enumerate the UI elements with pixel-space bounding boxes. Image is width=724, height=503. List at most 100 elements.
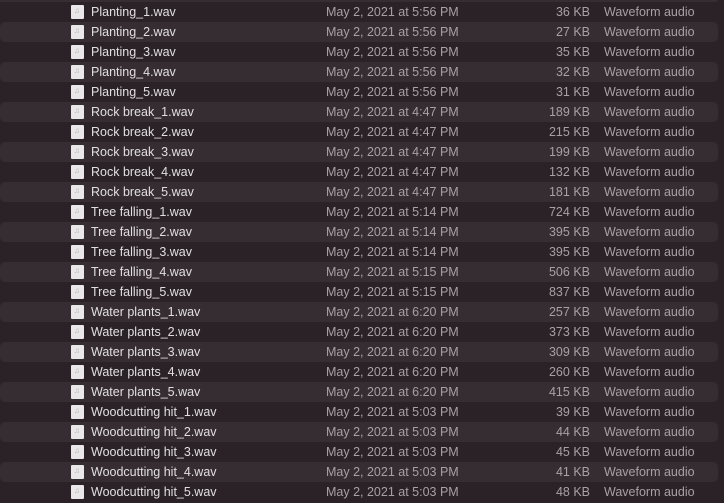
file-size: 506 KB	[548, 265, 590, 279]
file-size: 257 KB	[548, 305, 590, 319]
date-modified: May 2, 2021 at 5:56 PM	[326, 5, 459, 19]
date-modified: May 2, 2021 at 5:14 PM	[326, 205, 459, 219]
file-kind: Waveform audio	[604, 25, 695, 39]
file-row[interactable]: Tree falling_4.wav May 2, 2021 at 5:15 PM…	[0, 262, 718, 282]
file-row[interactable]: Tree falling_1.wav May 2, 2021 at 5:14 PM…	[0, 202, 718, 222]
audio-file-icon	[71, 325, 84, 339]
file-row[interactable]: Planting_4.wav May 2, 2021 at 5:56 PM 32 K…	[0, 62, 718, 82]
audio-file-icon	[71, 205, 84, 219]
file-name: Woodcutting hit_2.wav	[91, 425, 217, 439]
file-kind: Waveform audio	[604, 425, 695, 439]
audio-file-icon	[71, 85, 84, 99]
file-row[interactable]: Rock break_5.wav May 2, 2021 at 4:47 PM 18…	[0, 182, 718, 202]
date-modified: May 2, 2021 at 5:03 PM	[326, 425, 459, 439]
date-modified: May 2, 2021 at 6:20 PM	[326, 305, 459, 319]
file-row[interactable]: Woodcutting hit_3.wav May 2, 2021 at 5:03…	[0, 442, 718, 462]
file-row[interactable]: Water plants_2.wav May 2, 2021 at 6:20 PM…	[0, 322, 718, 342]
file-kind: Waveform audio	[604, 165, 695, 179]
audio-file-icon	[71, 465, 84, 479]
file-row[interactable]: Water plants_5.wav May 2, 2021 at 6:20 PM…	[0, 382, 718, 402]
date-modified: May 2, 2021 at 6:20 PM	[326, 385, 459, 399]
audio-file-icon	[71, 445, 84, 459]
file-size: 36 KB	[555, 5, 590, 19]
file-row[interactable]: Rock break_4.wav May 2, 2021 at 4:47 PM 13…	[0, 162, 718, 182]
file-kind: Waveform audio	[604, 185, 695, 199]
file-size: 35 KB	[555, 45, 590, 59]
audio-file-icon	[71, 25, 84, 39]
file-kind: Waveform audio	[604, 205, 695, 219]
audio-file-icon	[71, 345, 84, 359]
file-kind: Waveform audio	[604, 105, 695, 119]
file-row[interactable]: Planting_1.wav May 2, 2021 at 5:56 PM 36 K…	[0, 2, 718, 22]
file-size: 395 KB	[548, 245, 590, 259]
file-list: Planting_1.wav May 2, 2021 at 5:56 PM 36 K…	[0, 2, 724, 502]
file-name: Water plants_2.wav	[91, 325, 201, 339]
file-kind: Waveform audio	[604, 65, 695, 79]
file-row[interactable]: Water plants_1.wav May 2, 2021 at 6:20 PM…	[0, 302, 718, 322]
date-modified: May 2, 2021 at 5:56 PM	[326, 25, 459, 39]
file-name: Planting_5.wav	[91, 85, 176, 99]
file-size: 45 KB	[555, 445, 590, 459]
file-kind: Waveform audio	[604, 225, 695, 239]
file-row[interactable]: Planting_3.wav May 2, 2021 at 5:56 PM 35 K…	[0, 42, 718, 62]
file-kind: Waveform audio	[604, 145, 695, 159]
date-modified: May 2, 2021 at 5:15 PM	[326, 285, 459, 299]
file-row[interactable]: Rock break_2.wav May 2, 2021 at 4:47 PM 21…	[0, 122, 718, 142]
file-name: Woodcutting hit_5.wav	[91, 485, 217, 499]
file-row[interactable]: Woodcutting hit_2.wav May 2, 2021 at 5:03…	[0, 422, 718, 442]
file-row[interactable]: Planting_5.wav May 2, 2021 at 5:56 PM 31 K…	[0, 82, 718, 102]
file-row[interactable]: Woodcutting hit_1.wav May 2, 2021 at 5:03…	[0, 402, 718, 422]
audio-file-icon	[71, 45, 84, 59]
file-size: 724 KB	[548, 205, 590, 219]
file-row[interactable]: Planting_2.wav May 2, 2021 at 5:56 PM 27 K…	[0, 22, 718, 42]
date-modified: May 2, 2021 at 5:14 PM	[326, 225, 459, 239]
date-modified: May 2, 2021 at 5:56 PM	[326, 65, 459, 79]
date-modified: May 2, 2021 at 6:20 PM	[326, 345, 459, 359]
date-modified: May 2, 2021 at 5:15 PM	[326, 265, 459, 279]
audio-file-icon	[71, 365, 84, 379]
file-size: 48 KB	[555, 485, 590, 499]
file-name: Planting_3.wav	[91, 45, 176, 59]
date-modified: May 2, 2021 at 5:03 PM	[326, 445, 459, 459]
file-size: 215 KB	[548, 125, 590, 139]
audio-file-icon	[71, 125, 84, 139]
date-modified: May 2, 2021 at 5:14 PM	[326, 245, 459, 259]
file-kind: Waveform audio	[604, 125, 695, 139]
date-modified: May 2, 2021 at 5:03 PM	[326, 405, 459, 419]
date-modified: May 2, 2021 at 4:47 PM	[326, 185, 459, 199]
file-row[interactable]: Woodcutting hit_4.wav May 2, 2021 at 5:03…	[0, 462, 718, 482]
file-row[interactable]: Tree falling_3.wav May 2, 2021 at 5:14 PM…	[0, 242, 718, 262]
file-size: 27 KB	[555, 25, 590, 39]
file-name: Water plants_1.wav	[91, 305, 201, 319]
file-kind: Waveform audio	[604, 265, 695, 279]
file-name: Water plants_3.wav	[91, 345, 201, 359]
audio-file-icon	[71, 385, 84, 399]
file-size: 31 KB	[555, 85, 590, 99]
file-name: Tree falling_5.wav	[91, 285, 192, 299]
file-kind: Waveform audio	[604, 365, 695, 379]
file-name: Water plants_4.wav	[91, 365, 201, 379]
file-row[interactable]: Rock break_3.wav May 2, 2021 at 4:47 PM 19…	[0, 142, 718, 162]
date-modified: May 2, 2021 at 5:56 PM	[326, 45, 459, 59]
file-row[interactable]: Water plants_4.wav May 2, 2021 at 6:20 PM…	[0, 362, 718, 382]
audio-file-icon	[71, 105, 84, 119]
file-size: 309 KB	[548, 345, 590, 359]
file-row[interactable]: Tree falling_5.wav May 2, 2021 at 5:15 PM…	[0, 282, 718, 302]
file-name: Planting_2.wav	[91, 25, 176, 39]
file-row[interactable]: Water plants_3.wav May 2, 2021 at 6:20 PM…	[0, 342, 718, 362]
file-kind: Waveform audio	[604, 85, 695, 99]
file-kind: Waveform audio	[604, 325, 695, 339]
file-name: Rock break_5.wav	[91, 185, 194, 199]
audio-file-icon	[71, 305, 84, 319]
file-size: 41 KB	[555, 465, 590, 479]
file-size: 260 KB	[548, 365, 590, 379]
file-row[interactable]: Tree falling_2.wav May 2, 2021 at 5:14 PM…	[0, 222, 718, 242]
file-row[interactable]: Rock break_1.wav May 2, 2021 at 4:47 PM 18…	[0, 102, 718, 122]
audio-file-icon	[71, 265, 84, 279]
file-size: 39 KB	[555, 405, 590, 419]
audio-file-icon	[71, 285, 84, 299]
file-row[interactable]: Woodcutting hit_5.wav May 2, 2021 at 5:03…	[0, 482, 718, 502]
file-name: Rock break_2.wav	[91, 125, 194, 139]
file-name: Woodcutting hit_4.wav	[91, 465, 217, 479]
file-size: 32 KB	[555, 65, 590, 79]
